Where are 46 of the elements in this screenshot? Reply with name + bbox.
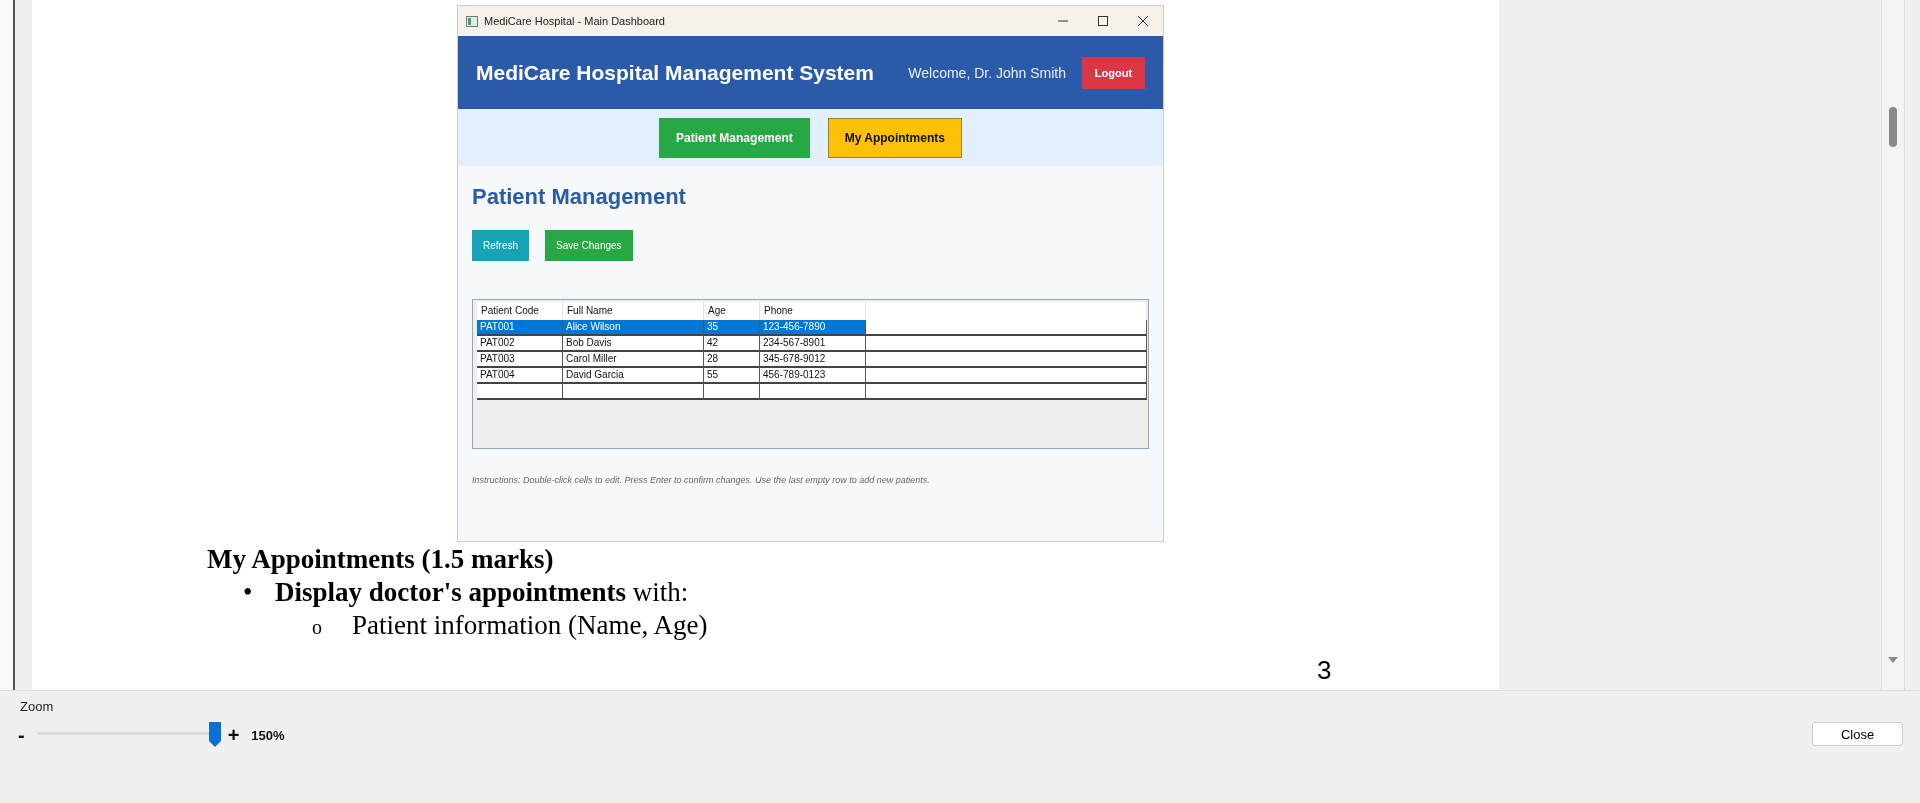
table-cell[interactable]: PAT004 (477, 368, 563, 384)
zoom-out-button[interactable]: - (18, 723, 25, 747)
table-cell[interactable]: 345-678-9012 (760, 352, 866, 368)
bullet-text: Patient information (Name, Age) (352, 610, 708, 641)
nav-button[interactable]: My Appointments (827, 117, 962, 158)
table-cell[interactable]: Carol Miller (563, 352, 704, 368)
scroll-down-icon[interactable] (1887, 656, 1899, 664)
close-button[interactable]: Close (1812, 722, 1903, 746)
table-cell[interactable]: PAT002 (477, 336, 563, 352)
table-cell[interactable]: 456-789-0123 (760, 368, 866, 384)
zoom-in-button[interactable]: + (227, 723, 240, 747)
table-cell[interactable]: 234-567-8901 (760, 336, 866, 352)
page-number: 3 (1317, 655, 1332, 686)
table-cell[interactable]: 55 (704, 368, 760, 384)
scrollbar[interactable] (1881, 0, 1905, 690)
zoom-reading: 150% (251, 727, 285, 743)
table-cell[interactable]: PAT001 (477, 320, 563, 336)
zoom-slider[interactable] (36, 722, 222, 748)
table-cell[interactable]: 123-456-7890 (760, 320, 866, 336)
app-icon (466, 15, 478, 27)
column-header[interactable]: Phone (760, 302, 866, 320)
section-heading: My Appointments (1.5 marks) (207, 544, 555, 575)
table-cell[interactable]: PAT003 (477, 352, 563, 368)
slider-thumb[interactable] (207, 722, 222, 747)
column-header[interactable]: Age (704, 302, 760, 320)
bullet-marker: • (243, 577, 254, 608)
table-cell[interactable]: 28 (704, 352, 760, 368)
column-header[interactable]: Patient Code (477, 302, 563, 320)
instructions-text: Instructions: Double-click cells to edit. Press Enter to confirm changes. Use the last empty row to add new patients. (472, 475, 931, 485)
table-cell[interactable]: 42 (704, 336, 760, 352)
window-title: MediCare Hospital - Main Dashboard (484, 15, 666, 27)
column-header[interactable]: Full Name (563, 302, 704, 320)
table-cell[interactable]: Alice Wilson (563, 320, 704, 336)
table-cell[interactable]: Bob Davis (563, 336, 704, 352)
table-cell[interactable]: David Garcia (563, 368, 704, 384)
section-title: Patient Management (472, 184, 687, 210)
logout-button[interactable]: Logout (1082, 56, 1145, 89)
scrollbar-thumb[interactable] (1889, 107, 1897, 147)
maximize-icon[interactable] (1098, 16, 1108, 26)
bullet-marker: o (312, 615, 323, 640)
app-title: MediCare Hospital Management System (476, 60, 875, 85)
table-cell[interactable]: 35 (704, 320, 760, 336)
welcome-text: Welcome, Dr. John Smith (908, 64, 1066, 81)
zoom-label: Zoom (20, 699, 55, 714)
close-icon[interactable] (1138, 16, 1148, 26)
bullet-text: Display doctor's appointments with: (275, 577, 689, 608)
